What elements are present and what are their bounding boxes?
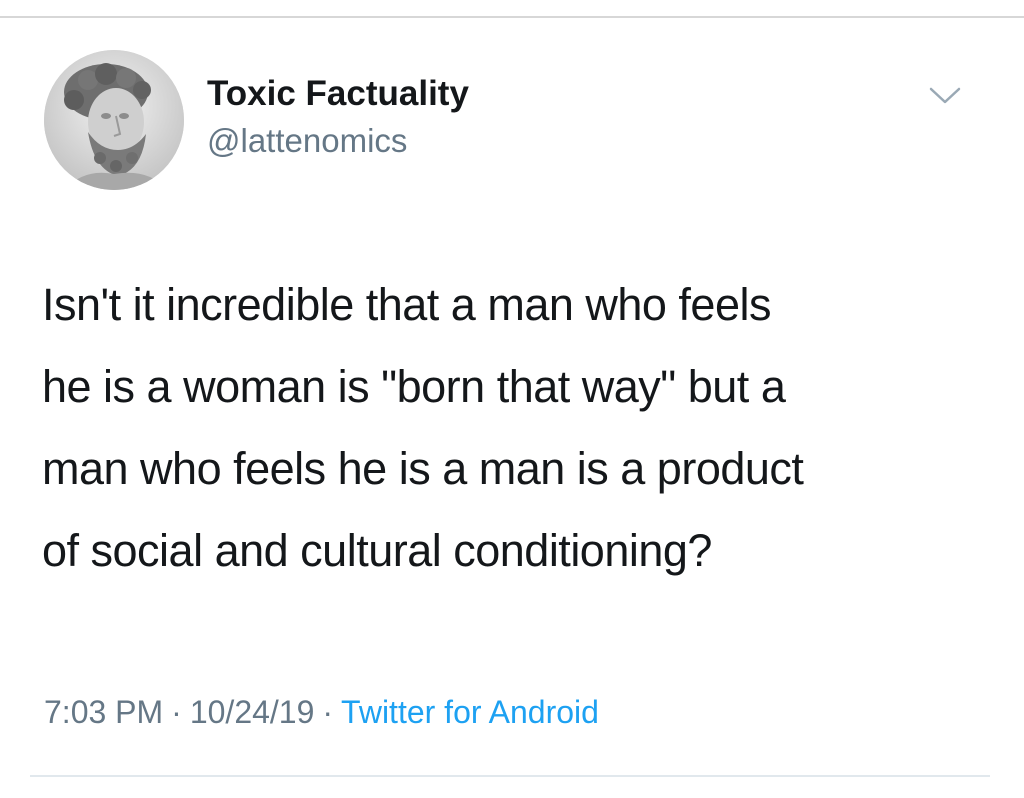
tweet-text-line: Isn't it incredible that a man who feels bbox=[42, 279, 771, 330]
bottom-divider bbox=[30, 775, 990, 777]
tweet-text-line: man who feels he is a man is a product bbox=[42, 443, 804, 494]
tweet-menu-button[interactable] bbox=[925, 80, 965, 110]
tweet-metadata: 7:03 PM · 10/24/19 · Twitter for Android bbox=[44, 694, 599, 731]
chevron-down-icon bbox=[929, 87, 961, 104]
tweet-text-line: of social and cultural conditioning? bbox=[42, 525, 712, 576]
tweet-text: Isn't it incredible that a man who feels… bbox=[42, 264, 1002, 592]
author-handle[interactable]: @lattenomics bbox=[207, 122, 407, 160]
avatar[interactable] bbox=[44, 50, 184, 190]
top-divider bbox=[0, 16, 1024, 18]
tweet-text-line: he is a woman is "born that way" but a bbox=[42, 361, 786, 412]
tweet-page: Toxic Factuality @lattenomics Isn't it i… bbox=[0, 0, 1024, 798]
meta-separator: · bbox=[322, 694, 334, 730]
tweet-date[interactable]: 10/24/19 bbox=[190, 694, 315, 730]
meta-separator: · bbox=[171, 694, 182, 730]
tweet-source-link[interactable]: Twitter for Android bbox=[341, 694, 599, 730]
bust-statue-avatar-icon bbox=[44, 50, 184, 190]
tweet-time[interactable]: 7:03 PM bbox=[44, 694, 163, 730]
author-name[interactable]: Toxic Factuality bbox=[207, 74, 469, 114]
